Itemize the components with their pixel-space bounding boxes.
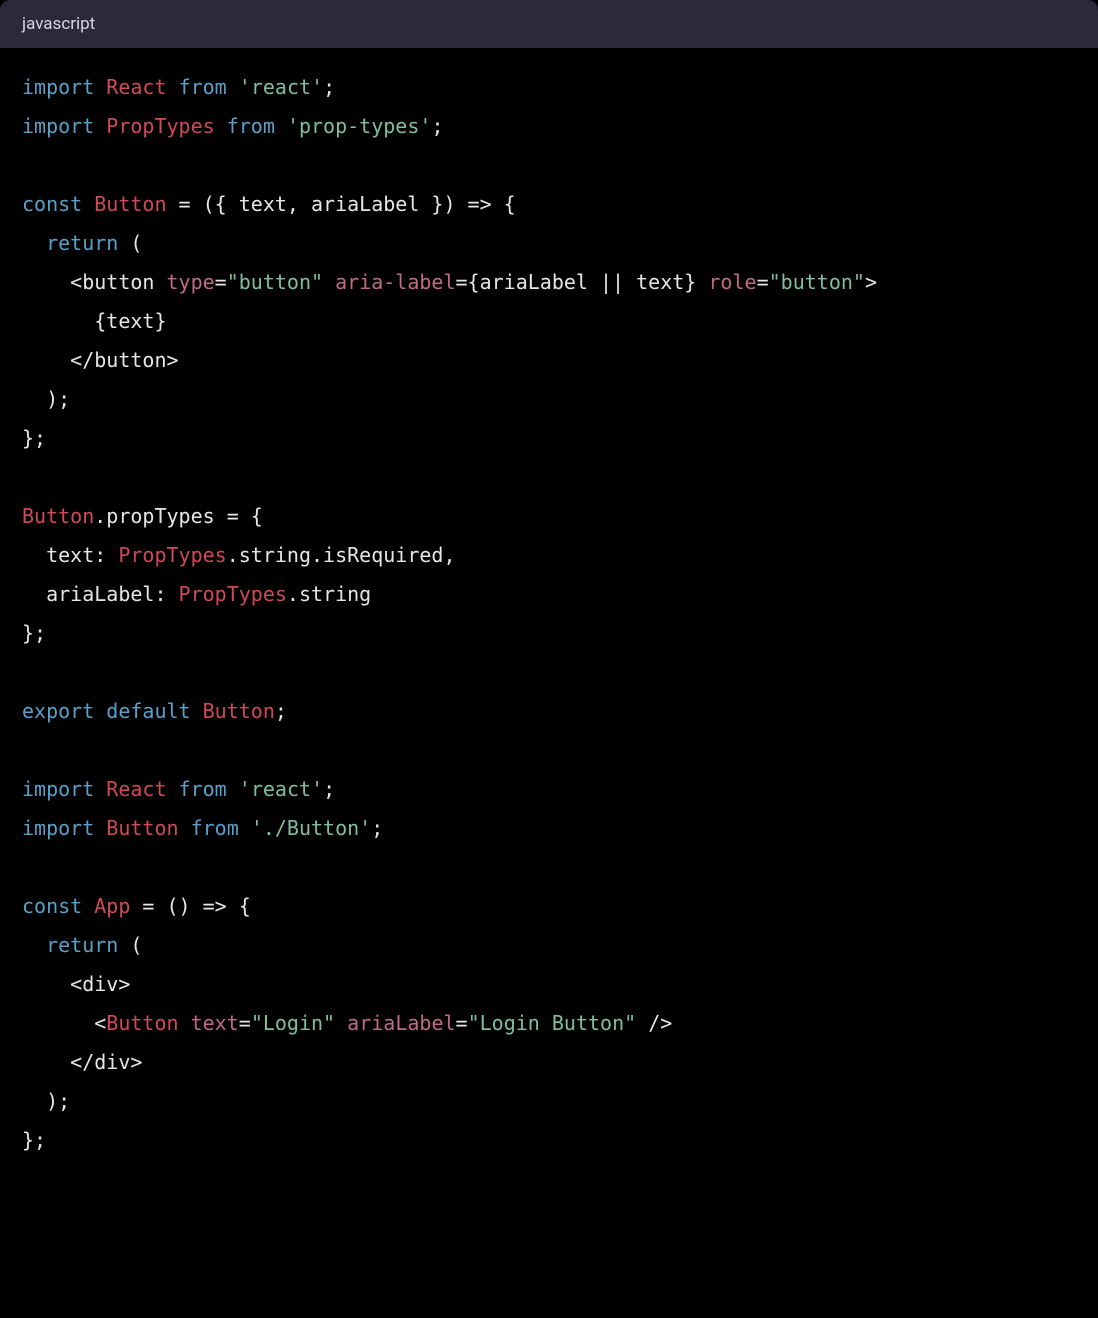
code-token: .string.isRequired, [227, 543, 456, 567]
code-token: ariaLabel: [22, 582, 179, 606]
code-token: from [191, 816, 239, 840]
code-token: React [106, 75, 166, 99]
code-token: 'react' [239, 75, 323, 99]
code-token: }; [22, 426, 46, 450]
code-token: import [22, 816, 106, 840]
code-token: = [757, 270, 769, 294]
code-token: ( [118, 933, 142, 957]
code-token: import [22, 777, 106, 801]
code-token [239, 816, 251, 840]
code-token: = ({ text, ariaLabel }) => { [167, 192, 516, 216]
code-token: = [456, 1011, 468, 1035]
code-token [335, 1011, 347, 1035]
code-token [179, 816, 191, 840]
code-token: "Login" [251, 1011, 335, 1035]
code-token: PropTypes [118, 543, 226, 567]
code-token: return [46, 231, 118, 255]
code-token: ; [371, 816, 383, 840]
code-token: text [191, 1011, 239, 1035]
code-token: }; [22, 1128, 46, 1152]
code-token: "Login Button" [468, 1011, 637, 1035]
code-token: type [167, 270, 215, 294]
code-token [22, 231, 46, 255]
code-token [227, 75, 239, 99]
code-token: Button [22, 504, 94, 528]
code-token: role [708, 270, 756, 294]
code-token: ; [431, 114, 443, 138]
code-token: ; [323, 75, 335, 99]
code-token [215, 114, 227, 138]
code-token: App [94, 894, 130, 918]
code-token [323, 270, 335, 294]
code-token [22, 933, 46, 957]
code-token [179, 1011, 191, 1035]
code-token: const [22, 894, 94, 918]
code-token: ); [22, 1089, 70, 1113]
code-token: .propTypes = { [94, 504, 263, 528]
code-token: = [215, 270, 227, 294]
code-token: ( [118, 231, 142, 255]
code-token: Button [106, 1011, 178, 1035]
code-token: return [46, 933, 118, 957]
code-token: PropTypes [179, 582, 287, 606]
code-token: .string [287, 582, 371, 606]
code-token: {text} [22, 309, 167, 333]
code-token: import [22, 75, 106, 99]
code-token: ariaLabel [347, 1011, 455, 1035]
code-token: = () => { [130, 894, 250, 918]
code-token: <button [22, 270, 167, 294]
code-header: javascript [0, 0, 1098, 48]
code-token: from [179, 75, 227, 99]
code-token: </div> [22, 1050, 142, 1074]
code-token: const [22, 192, 94, 216]
code-token [227, 777, 239, 801]
code-token: PropTypes [106, 114, 214, 138]
code-token: ; [275, 699, 287, 723]
code-token: React [106, 777, 166, 801]
code-token: aria-label [335, 270, 455, 294]
code-token: './Button' [251, 816, 371, 840]
code-token: <div> [22, 972, 130, 996]
code-token: export default [22, 699, 203, 723]
code-token: 'react' [239, 777, 323, 801]
code-token: "button" [769, 270, 865, 294]
code-token: Button [203, 699, 275, 723]
code-token [167, 75, 179, 99]
code-token: text: [22, 543, 118, 567]
code-token [275, 114, 287, 138]
language-label: javascript [22, 14, 95, 34]
code-token: import [22, 114, 106, 138]
code-token: > [865, 270, 877, 294]
code-token: ); [22, 387, 70, 411]
code-token [167, 777, 179, 801]
code-block: javascript import React from 'react'; im… [0, 0, 1098, 1190]
code-token: from [227, 114, 275, 138]
code-token: "button" [227, 270, 323, 294]
code-token: ; [323, 777, 335, 801]
code-content[interactable]: import React from 'react'; import PropTy… [0, 48, 1098, 1190]
code-token: Button [106, 816, 178, 840]
code-token: 'prop-types' [287, 114, 432, 138]
code-token: Button [94, 192, 166, 216]
code-token: /> [636, 1011, 672, 1035]
code-token: }; [22, 621, 46, 645]
code-token: from [179, 777, 227, 801]
code-token: ={ariaLabel || text} [456, 270, 709, 294]
code-token: < [22, 1011, 106, 1035]
code-token: = [239, 1011, 251, 1035]
code-token: </button> [22, 348, 179, 372]
